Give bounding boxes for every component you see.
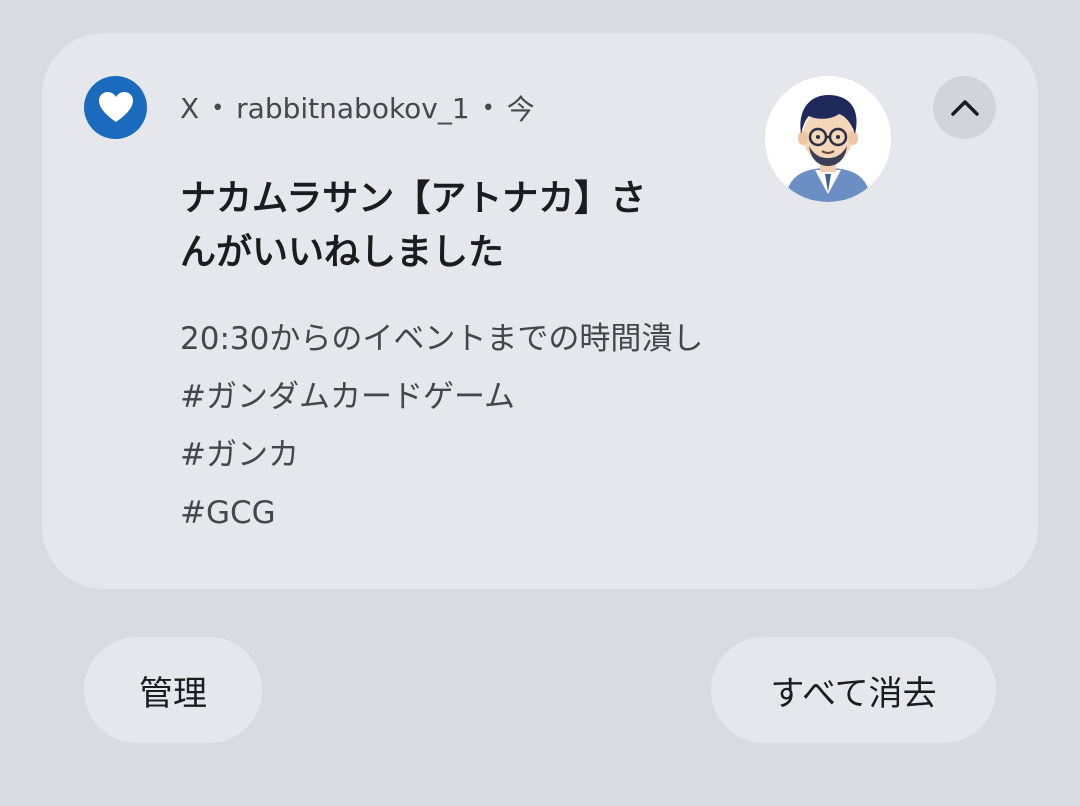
separator-dot: • [211, 95, 225, 121]
heart-icon [98, 91, 133, 122]
user-avatar-icon [765, 76, 891, 202]
avatar [765, 76, 891, 202]
collapse-button[interactable] [933, 76, 996, 139]
separator-dot: • [481, 95, 495, 121]
manage-button-label: 管理 [139, 673, 207, 714]
body-line: #GCG [180, 495, 276, 531]
timestamp: 今 [506, 93, 535, 126]
title-line: ナカムラサン【アトナカ】さ [180, 178, 647, 219]
notification-header: X • rabbitnabokov_1 • 今 [180, 88, 535, 128]
notification-body: 20:30からのイベントまでの時間潰し #ガンダムカードゲーム #ガンカ #GC… [180, 310, 703, 542]
body-line: #ガンダムカードゲーム [180, 379, 516, 415]
title-line: んがいいねしました [180, 232, 505, 273]
notification-title: ナカムラサン【アトナカ】さ んがいいねしました [180, 172, 740, 280]
body-line: 20:30からのイベントまでの時間潰し [180, 321, 704, 357]
app-icon [84, 76, 147, 139]
account-name: rabbitnabokov_1 [236, 91, 470, 125]
clear-all-button[interactable]: すべて消去 [711, 637, 996, 743]
app-name: X [180, 91, 200, 125]
manage-button[interactable]: 管理 [84, 637, 262, 743]
clear-all-button-label: すべて消去 [770, 673, 937, 714]
body-line: #ガンカ [180, 437, 299, 473]
chevron-up-icon [950, 99, 979, 116]
